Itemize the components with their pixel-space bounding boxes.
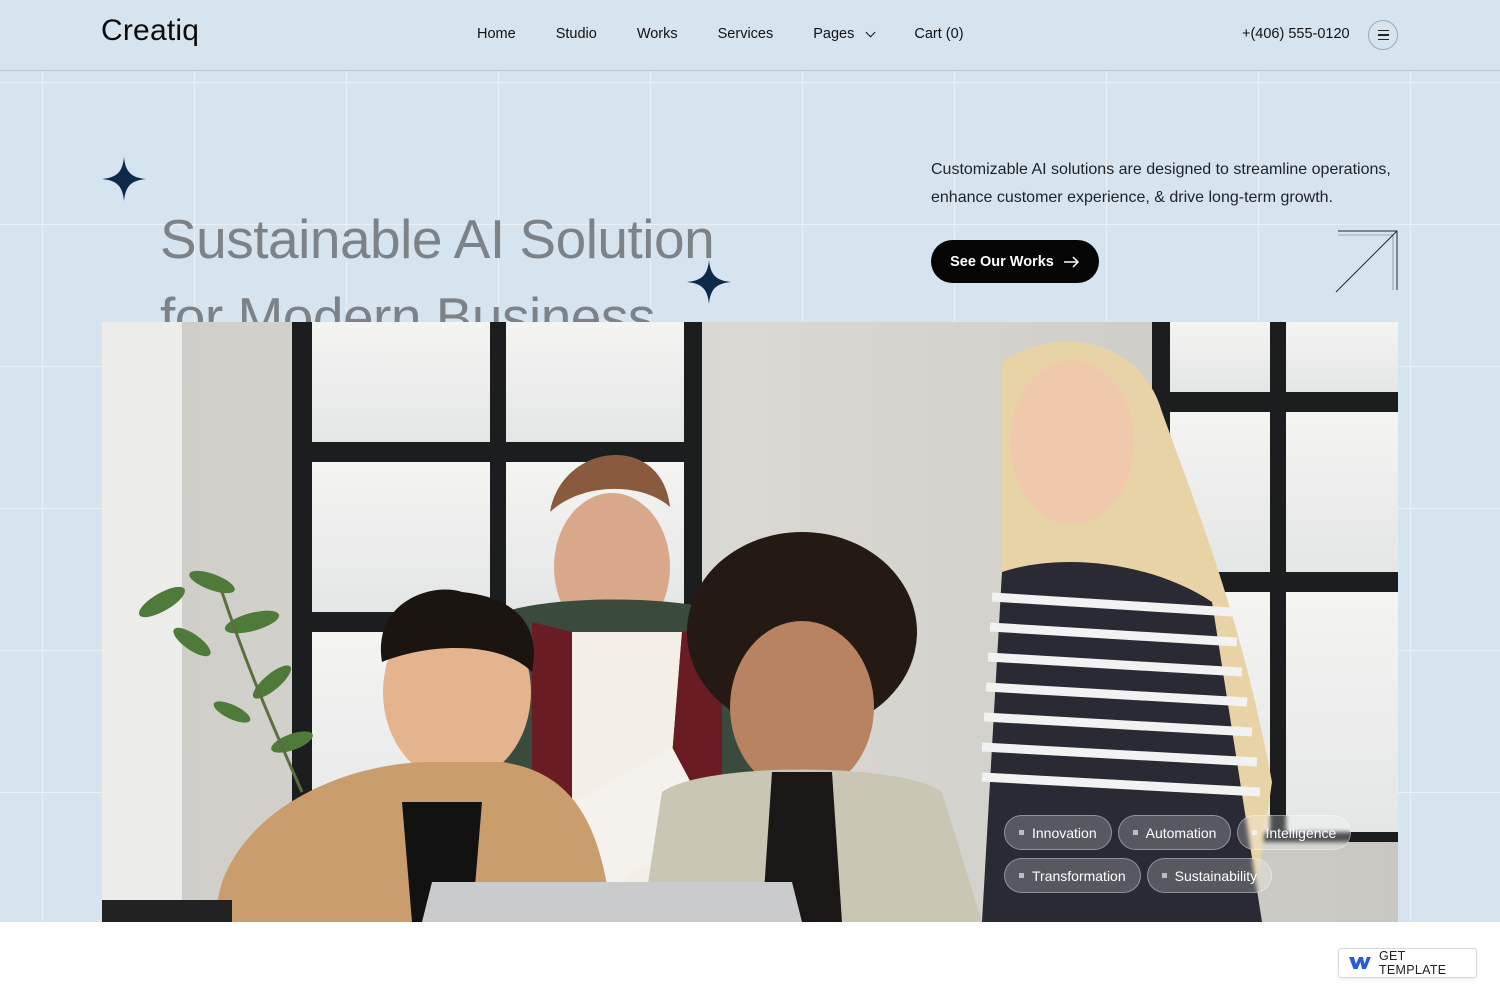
bullet-icon <box>1019 830 1024 835</box>
site-header: Creatiq Home Studio Works Services Pages… <box>0 0 1500 71</box>
see-our-works-button[interactable]: See Our Works <box>931 240 1099 283</box>
tag-cloud: Innovation Automation Intelligence Trans… <box>1004 815 1384 901</box>
tag-automation[interactable]: Automation <box>1117 815 1232 850</box>
logo[interactable]: Creatiq <box>101 14 199 48</box>
arrow-up-right-icon <box>1335 230 1398 293</box>
webflow-logo-icon <box>1349 957 1371 969</box>
arrow-right-icon <box>1063 255 1079 268</box>
hero-headline: Sustainable AI Solution for Modern Busin… <box>160 200 860 322</box>
tag-label: Intelligence <box>1265 824 1337 841</box>
get-template-button[interactable]: GET TEMPLATE <box>1338 948 1477 978</box>
chevron-down-icon <box>865 27 876 37</box>
tag-label: Sustainability <box>1174 867 1258 884</box>
tag-label: Transformation <box>1032 867 1126 884</box>
cta-label: See Our Works <box>950 253 1054 270</box>
nav-home[interactable]: Home <box>477 26 516 42</box>
bullet-icon <box>1019 873 1024 878</box>
nav-cart[interactable]: Cart (0) <box>914 26 963 42</box>
nav-pages-label: Pages <box>813 26 855 42</box>
nav-works[interactable]: Works <box>637 26 678 42</box>
nav-pages[interactable]: Pages <box>813 26 876 42</box>
tag-innovation[interactable]: Innovation <box>1004 815 1112 850</box>
hamburger-menu-icon[interactable] <box>1368 20 1398 50</box>
tag-label: Automation <box>1145 824 1217 841</box>
hero-description: Customizable AI solutions are designed t… <box>931 161 1391 206</box>
phone-link[interactable]: +(406) 555-0120 <box>1242 26 1350 42</box>
headline-line-1: Sustainable AI Solution <box>160 208 715 270</box>
tag-label: Innovation <box>1032 824 1097 841</box>
tag-sustainability[interactable]: Sustainability <box>1146 858 1273 893</box>
nav-services[interactable]: Services <box>718 26 774 42</box>
sparkle-icon <box>102 157 146 201</box>
tag-transformation[interactable]: Transformation <box>1004 858 1141 893</box>
bullet-icon <box>1132 830 1138 835</box>
main-nav: Home Studio Works Services Pages Cart (0… <box>477 26 964 42</box>
tag-intelligence[interactable]: Intelligence <box>1237 815 1352 850</box>
nav-studio[interactable]: Studio <box>556 26 597 42</box>
get-template-label: GET TEMPLATE <box>1378 949 1447 977</box>
headline-line-2: for Modern Business <box>160 286 655 322</box>
bullet-icon <box>1252 830 1258 835</box>
bullet-icon <box>1161 873 1167 878</box>
